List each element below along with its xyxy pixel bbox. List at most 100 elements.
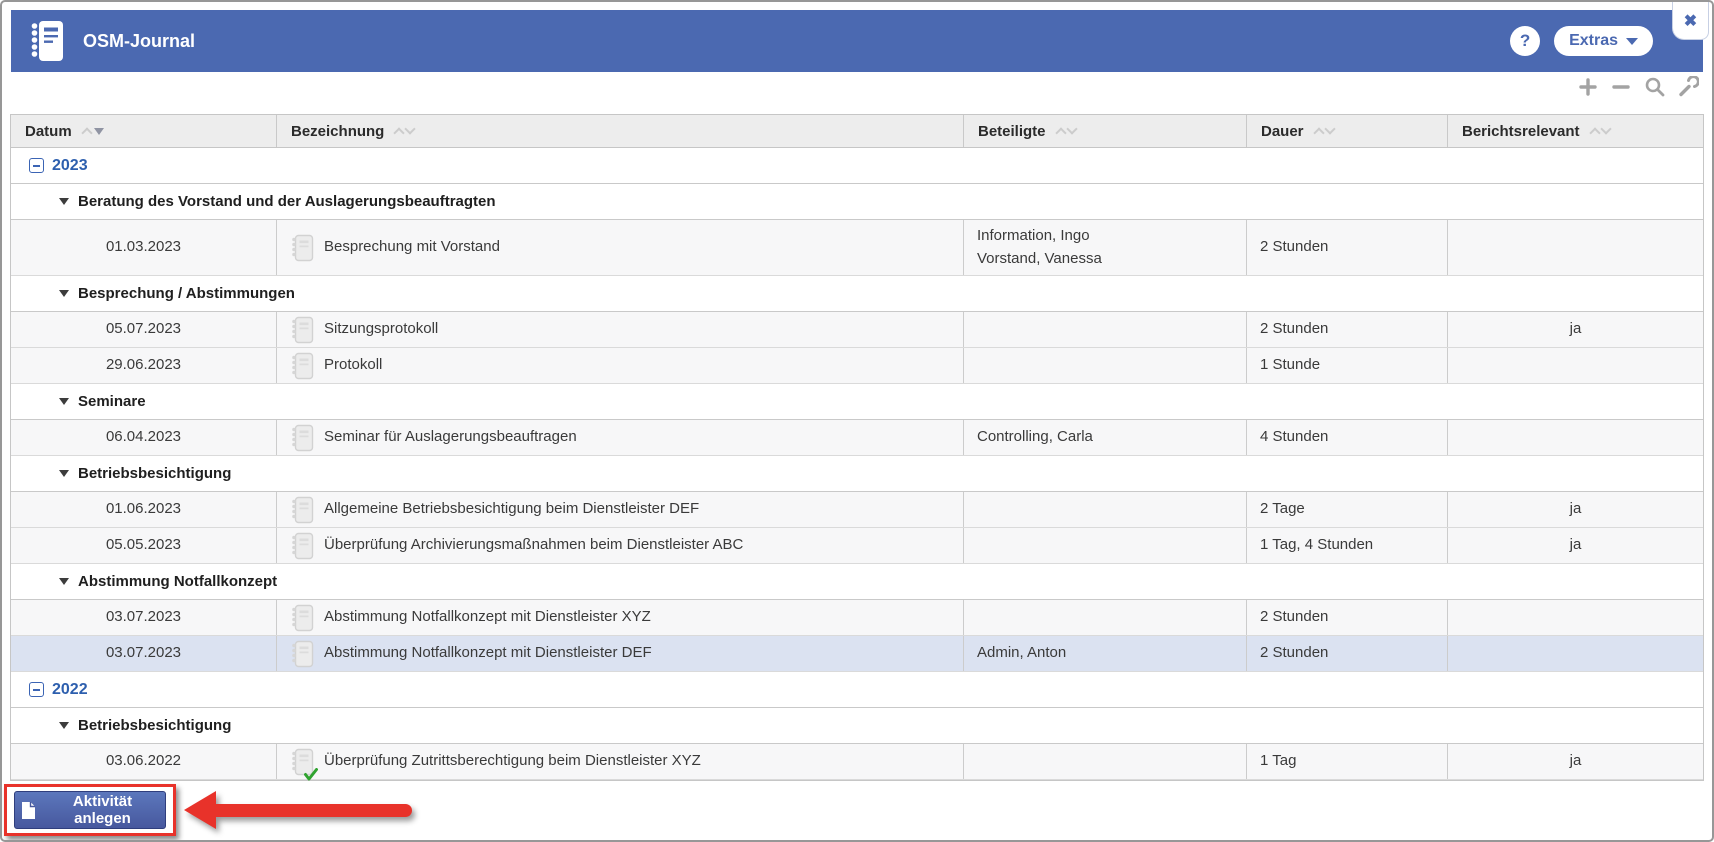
- bezeichnung-text: Besprechung mit Vorstand: [324, 236, 500, 259]
- annotation-highlight-box: Aktivität anlegen: [4, 784, 176, 836]
- table-toolbar: [1578, 76, 1699, 97]
- table-row[interactable]: 01.06.2023 Allgemeine Betriebsbesichtigu…: [11, 492, 1703, 528]
- sort-icons-datum: [83, 127, 104, 135]
- cell-dauer: 2 Stunden: [1247, 312, 1448, 347]
- osm-journal-window: OSM-Journal ? Extras ✖ Datum: [0, 0, 1714, 842]
- new-document-icon: [21, 801, 36, 820]
- cell-bezeichnung: Seminar für Auslagerungsbeauftragen: [277, 420, 964, 455]
- search-icon[interactable]: [1644, 76, 1665, 97]
- table-row[interactable]: 01.03.2023 Besprechung mit VorstandInfor…: [11, 220, 1703, 276]
- cell-berichtsrelevant: ja: [1448, 492, 1703, 527]
- journal-entry-icon: [290, 604, 314, 632]
- year-group-label: 2023: [52, 157, 88, 175]
- cell-beteiligte: [964, 744, 1247, 779]
- cell-dauer: 2 Stunden: [1247, 636, 1448, 671]
- cell-beteiligte: Information, IngoVorstand, Vanessa: [964, 220, 1247, 275]
- sort-desc-icon: [1600, 123, 1611, 134]
- journal-entry-icon: [290, 352, 314, 380]
- sort-icons-beteiligte: [1057, 127, 1076, 135]
- cell-bezeichnung: Besprechung mit Vorstand: [277, 220, 964, 275]
- create-activity-button[interactable]: Aktivität anlegen: [14, 791, 166, 829]
- annotation-arrow-left: [184, 791, 412, 829]
- titlebar: OSM-Journal ? Extras: [11, 10, 1703, 72]
- triangle-down-icon: [59, 470, 69, 477]
- year-group-row-2023[interactable]: 2023: [11, 148, 1703, 184]
- cell-beteiligte: [964, 312, 1247, 347]
- bezeichnung-text: Seminar für Auslagerungsbeauftragen: [324, 426, 577, 449]
- journal-entry-icon: [290, 640, 314, 668]
- cell-beteiligte: Admin, Anton: [964, 636, 1247, 671]
- collapse-minus-icon[interactable]: [29, 158, 44, 173]
- column-header-berichtsrelevant[interactable]: Berichtsrelevant: [1448, 115, 1703, 147]
- column-header-datum[interactable]: Datum: [11, 115, 277, 147]
- cell-bezeichnung: Überprüfung Zutrittsberechtigung beim Di…: [277, 744, 964, 779]
- sort-asc-icon: [394, 127, 405, 138]
- wrench-icon[interactable]: [1678, 76, 1699, 97]
- sort-icons-berichtsrelevant: [1591, 127, 1610, 135]
- collapse-all-minus-icon[interactable]: [1611, 77, 1631, 97]
- cell-dauer: 2 Stunden: [1247, 600, 1448, 635]
- cell-datum: 29.06.2023: [11, 348, 277, 383]
- category-group-row[interactable]: Besprechung / Abstimmungen: [11, 276, 1703, 312]
- category-group-label: Besprechung / Abstimmungen: [78, 285, 295, 302]
- column-header-bezeichnung[interactable]: Bezeichnung: [277, 115, 964, 147]
- column-header-label: Dauer: [1261, 123, 1304, 140]
- category-group-row[interactable]: Betriebsbesichtigung: [11, 708, 1703, 744]
- cell-dauer: 1 Tag: [1247, 744, 1448, 779]
- table-row[interactable]: 05.05.2023 Überprüfung Archivierungsmaßn…: [11, 528, 1703, 564]
- table-row[interactable]: 05.07.2023 Sitzungsprotokoll2 Stundenja: [11, 312, 1703, 348]
- cell-dauer: 1 Tag, 4 Stunden: [1247, 528, 1448, 563]
- year-group-row-2022[interactable]: 2022: [11, 672, 1703, 708]
- extras-button[interactable]: Extras: [1554, 26, 1653, 56]
- bezeichnung-text: Protokoll: [324, 354, 382, 377]
- cell-dauer: 2 Stunden: [1247, 220, 1448, 275]
- cell-dauer: 2 Tage: [1247, 492, 1448, 527]
- column-header-label: Berichtsrelevant: [1462, 123, 1580, 140]
- column-header-label: Beteiligte: [978, 123, 1046, 140]
- cell-berichtsrelevant: [1448, 636, 1703, 671]
- cell-bezeichnung: Abstimmung Notfallkonzept mit Dienstleis…: [277, 636, 964, 671]
- create-activity-button-label: Aktivität anlegen: [46, 793, 159, 827]
- table-row[interactable]: 29.06.2023 Protokoll1 Stunde: [11, 348, 1703, 384]
- cell-berichtsrelevant: ja: [1448, 528, 1703, 563]
- journal-app-icon: [27, 19, 65, 63]
- help-button[interactable]: ?: [1510, 26, 1540, 56]
- column-header-dauer[interactable]: Dauer: [1247, 115, 1448, 147]
- cell-berichtsrelevant: [1448, 348, 1703, 383]
- table-row[interactable]: 03.07.2023 Abstimmung Notfallkonzept mit…: [11, 636, 1703, 672]
- cell-beteiligte: [964, 492, 1247, 527]
- category-group-row[interactable]: Abstimmung Notfallkonzept: [11, 564, 1703, 600]
- journal-entry-icon: [290, 424, 314, 452]
- beteiligte-person: Admin, Anton: [977, 642, 1066, 665]
- beteiligte-person: Information, Ingo: [977, 225, 1090, 248]
- table-row[interactable]: 06.04.2023 Seminar für Auslagerungsbeauf…: [11, 420, 1703, 456]
- cell-datum: 05.05.2023: [11, 528, 277, 563]
- sort-asc-icon: [1589, 127, 1600, 138]
- cell-bezeichnung: Überprüfung Archivierungsmaßnahmen beim …: [277, 528, 964, 563]
- bezeichnung-text: Sitzungsprotokoll: [324, 318, 438, 341]
- table-row[interactable]: 03.07.2023 Abstimmung Notfallkonzept mit…: [11, 600, 1703, 636]
- expand-all-plus-icon[interactable]: [1578, 77, 1598, 97]
- cell-datum: 06.04.2023: [11, 420, 277, 455]
- cell-beteiligte: Controlling, Carla: [964, 420, 1247, 455]
- cell-berichtsrelevant: ja: [1448, 744, 1703, 779]
- category-group-row[interactable]: Beratung des Vorstand und der Auslagerun…: [11, 184, 1703, 220]
- journal-entry-icon: [290, 316, 314, 344]
- cell-berichtsrelevant: ja: [1448, 312, 1703, 347]
- arrow-head: [184, 791, 216, 829]
- triangle-down-icon: [59, 722, 69, 729]
- close-button[interactable]: ✖: [1672, 2, 1709, 40]
- cell-bezeichnung: Allgemeine Betriebsbesichtigung beim Die…: [277, 492, 964, 527]
- sort-desc-active-icon: [94, 128, 104, 135]
- sort-icons-bezeichnung: [395, 127, 414, 135]
- collapse-minus-icon[interactable]: [29, 682, 44, 697]
- sort-asc-icon: [1055, 127, 1066, 138]
- cell-berichtsrelevant: [1448, 420, 1703, 455]
- category-group-row[interactable]: Betriebsbesichtigung: [11, 456, 1703, 492]
- bezeichnung-text: Überprüfung Archivierungsmaßnahmen beim …: [324, 534, 743, 557]
- cell-bezeichnung: Protokoll: [277, 348, 964, 383]
- table-row[interactable]: 03.06.2022 Überprüfung Zutrittsberechtig…: [11, 744, 1703, 780]
- column-header-beteiligte[interactable]: Beteiligte: [964, 115, 1247, 147]
- category-group-row[interactable]: Seminare: [11, 384, 1703, 420]
- cell-datum: 03.07.2023: [11, 636, 277, 671]
